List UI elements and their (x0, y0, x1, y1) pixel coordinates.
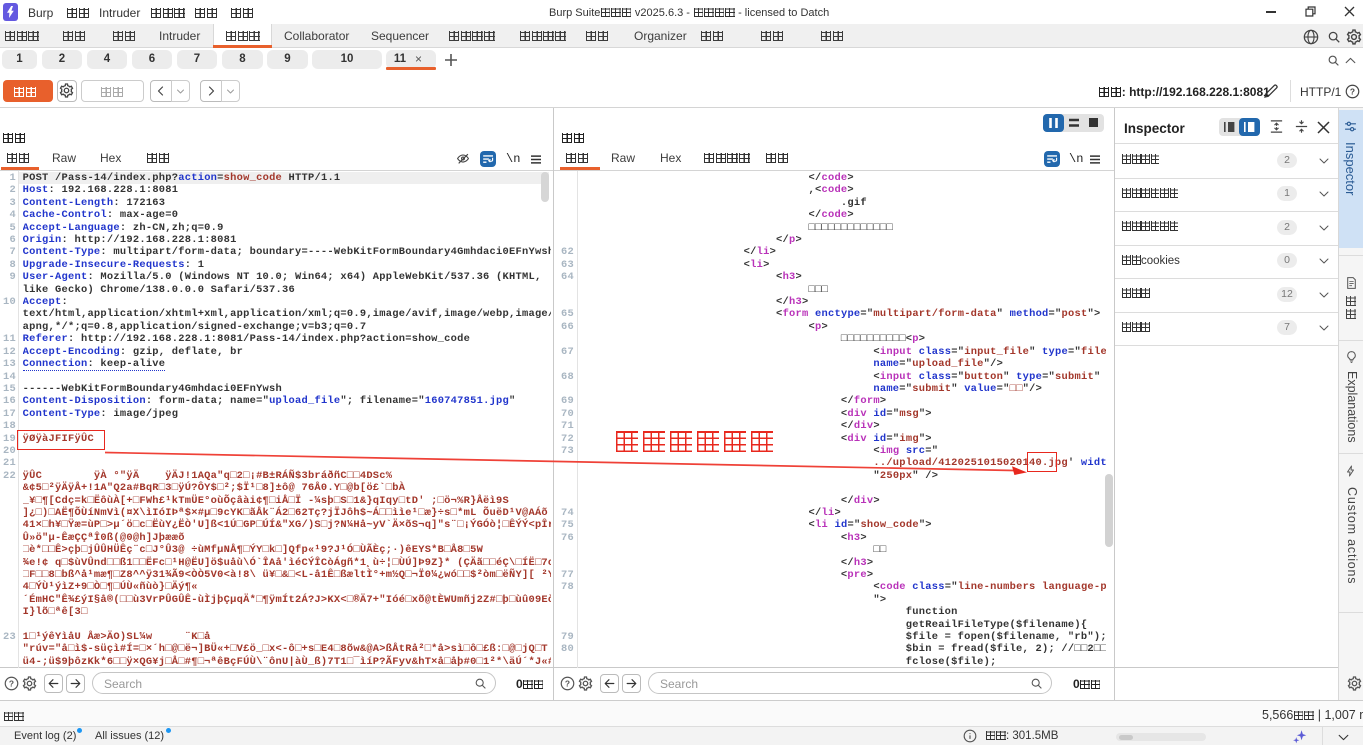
svg-text:?: ? (565, 678, 570, 688)
svg-text:?: ? (9, 678, 14, 688)
svg-text:?: ? (1350, 86, 1355, 96)
